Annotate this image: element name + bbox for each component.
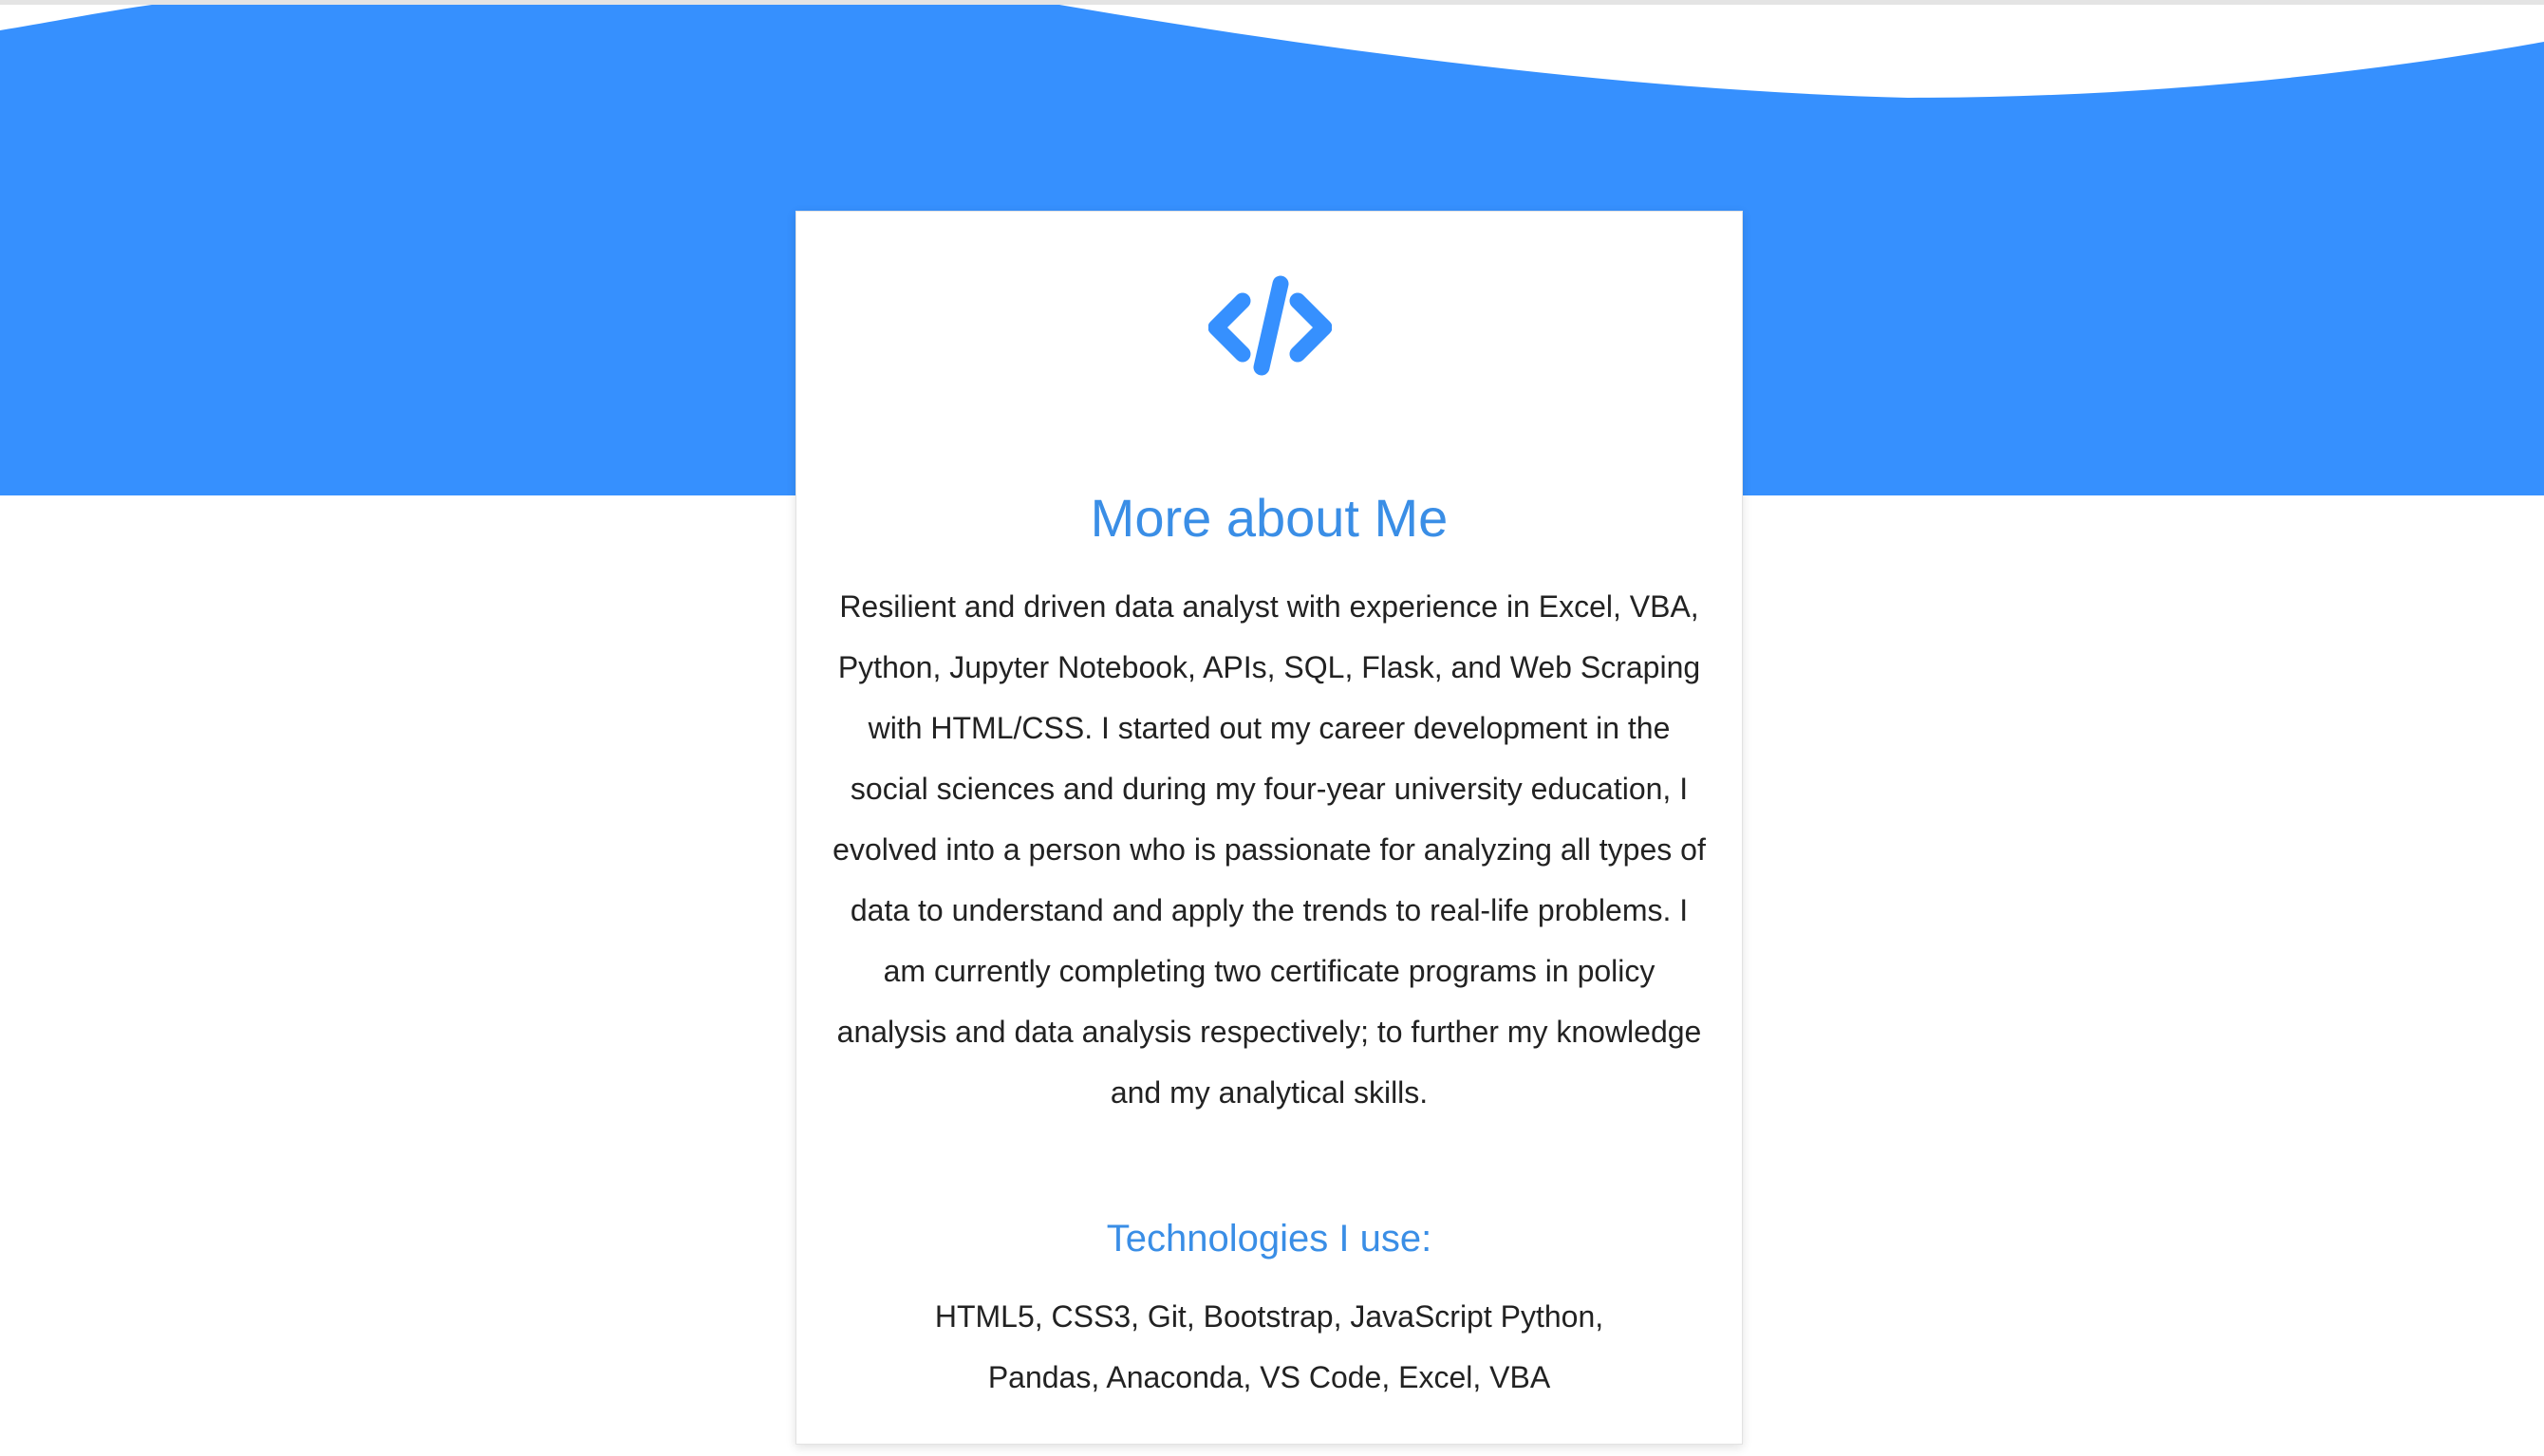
technologies-list: HTML5, CSS3, Git, Bootstrap, JavaScript … — [934, 1299, 1604, 1394]
code-icon — [1208, 274, 1332, 377]
technologies-title: Technologies I use: — [1106, 1218, 1432, 1260]
top-border — [0, 0, 2544, 5]
about-title: More about Me — [1090, 488, 1449, 548]
about-card: More about Me Resilient and driven data … — [795, 211, 1743, 1445]
about-description: Resilient and driven data analyst with e… — [832, 589, 1706, 1110]
